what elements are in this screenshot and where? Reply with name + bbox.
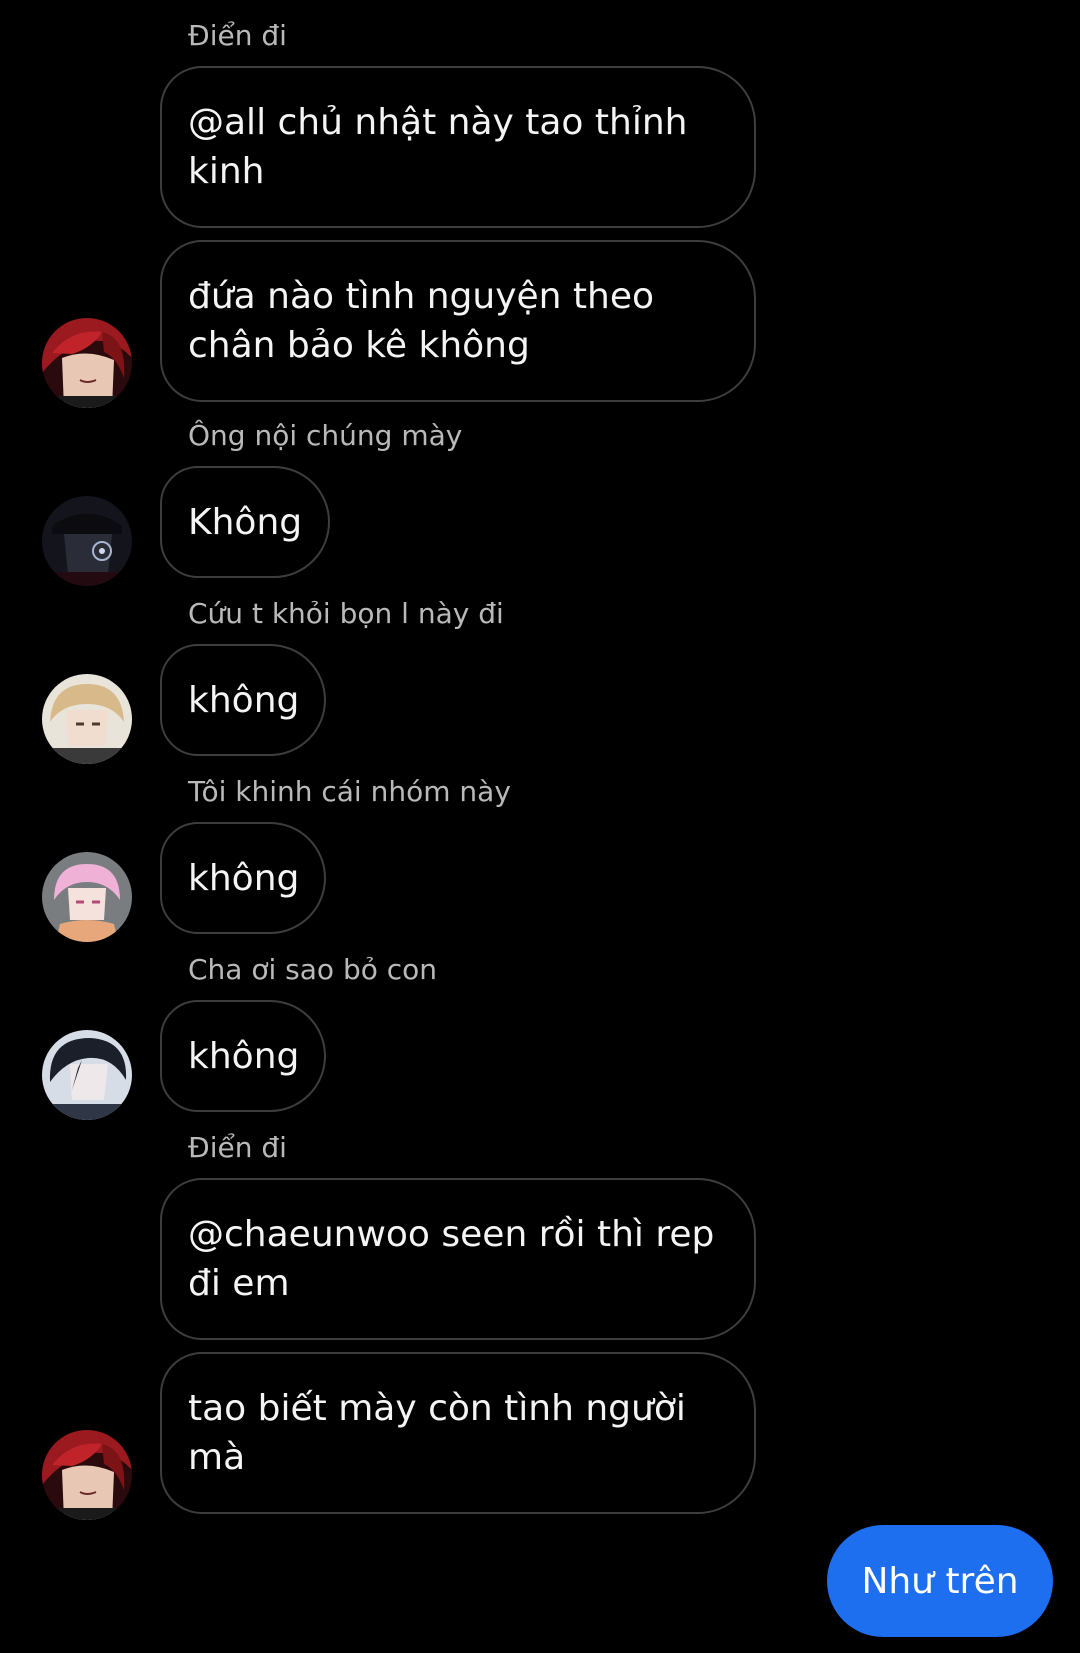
sender-name: Điển đi xyxy=(188,19,287,52)
message-bubble[interactable]: tao biết mày còn tình người mà xyxy=(160,1352,756,1514)
message-bubble[interactable]: không xyxy=(160,822,326,934)
red-hair-avatar-icon xyxy=(42,1430,132,1520)
red-hair-avatar-icon[interactable] xyxy=(42,318,132,408)
sender-name: Điển đi xyxy=(188,1131,287,1164)
message-bubble[interactable]: @all chủ nhật này tao thỉnh kinh xyxy=(160,66,756,228)
message-bubble[interactable]: Không xyxy=(160,466,330,578)
chat-thread: Điển đi @all chủ nhật này tao thỉnh kinh… xyxy=(0,0,1080,1653)
pink-hair-avatar-icon xyxy=(42,852,132,942)
message-bubble[interactable]: đứa nào tình nguyện theo chân bảo kê khô… xyxy=(160,240,756,402)
sender-name: Cứu t khỏi bọn l này đi xyxy=(188,597,504,630)
message-bubble[interactable]: không xyxy=(160,644,326,756)
red-hair-avatar-icon[interactable] xyxy=(42,1430,132,1520)
black-hair-avatar-icon[interactable] xyxy=(42,1030,132,1120)
blonde-avatar-icon[interactable] xyxy=(42,674,132,764)
message-bubble[interactable]: không xyxy=(160,1000,326,1112)
message-bubble[interactable]: @chaeunwoo seen rồi thì rep đi em xyxy=(160,1178,756,1340)
sender-name: Tôi khinh cái nhóm này xyxy=(188,775,511,808)
sent-message-bubble[interactable]: Như trên xyxy=(827,1525,1053,1637)
sender-name: Ông nội chúng mày xyxy=(188,419,463,452)
black-hair-avatar-icon xyxy=(42,1030,132,1120)
dark-hat-avatar-icon xyxy=(42,496,132,586)
blonde-avatar-icon xyxy=(42,674,132,764)
pink-hair-avatar-icon[interactable] xyxy=(42,852,132,942)
sender-name: Cha ơi sao bỏ con xyxy=(188,953,438,986)
red-hair-avatar-icon xyxy=(42,318,132,408)
dark-hat-avatar-icon[interactable] xyxy=(42,496,132,586)
